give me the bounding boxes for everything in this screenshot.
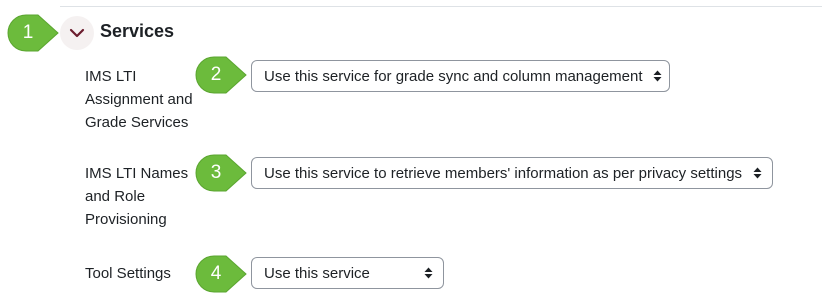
callout-number: 2 xyxy=(210,64,222,85)
callout-number: 3 xyxy=(210,162,222,183)
sort-arrows-icon xyxy=(753,167,762,179)
grade-services-select[interactable]: Use this service for grade sync and colu… xyxy=(251,60,670,92)
chevron-down-icon xyxy=(69,28,85,38)
names-roles-select[interactable]: Use this service to retrieve members' in… xyxy=(251,157,773,189)
section-divider xyxy=(60,6,822,7)
callout-badge-4: 4 xyxy=(194,254,248,294)
sort-arrows-icon xyxy=(653,70,662,82)
callout-badge-2: 2 xyxy=(194,55,248,95)
callout-badge-1: 1 xyxy=(6,13,60,53)
select-value: Use this service xyxy=(264,264,370,282)
callout-badge-3: 3 xyxy=(194,153,248,193)
sort-arrows-icon xyxy=(424,267,433,279)
callout-number: 4 xyxy=(210,263,222,284)
collapse-section-toggle[interactable] xyxy=(60,16,94,50)
field-label-tool-settings: Tool Settings xyxy=(85,265,171,282)
select-value: Use this service for grade sync and colu… xyxy=(264,67,643,85)
select-value: Use this service to retrieve members' in… xyxy=(264,164,743,182)
section-title: Services xyxy=(100,21,175,41)
field-label-grade-services: IMS LTI Assignment and Grade Services xyxy=(85,68,193,131)
tool-settings-select[interactable]: Use this service xyxy=(251,257,444,289)
field-label-names-roles: IMS LTI Names and Role Provisioning xyxy=(85,165,189,228)
callout-number: 1 xyxy=(22,22,34,43)
